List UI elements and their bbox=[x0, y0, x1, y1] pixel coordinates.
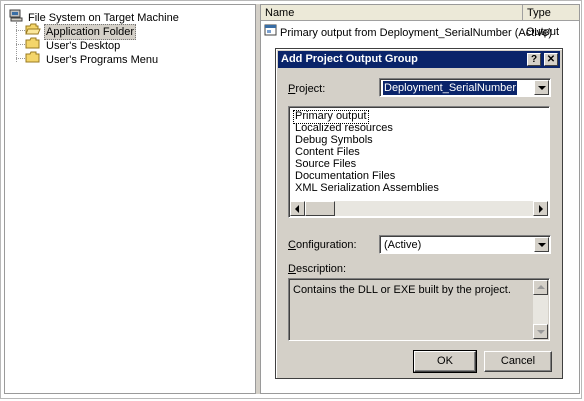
column-header-name[interactable]: Name bbox=[261, 5, 523, 21]
tree-connector bbox=[16, 58, 25, 59]
tree-connector bbox=[16, 30, 25, 31]
project-value: Deployment_SerialNumber bbox=[383, 81, 518, 95]
chevron-down-icon[interactable] bbox=[534, 80, 549, 95]
scroll-right-icon[interactable] bbox=[533, 201, 548, 216]
list-item[interactable]: Primary output from Deployment_SerialNum… bbox=[264, 24, 552, 40]
list-item[interactable]: Content Files bbox=[293, 146, 362, 158]
scroll-left-icon[interactable] bbox=[290, 201, 305, 216]
scroll-down-icon[interactable] bbox=[533, 324, 548, 339]
list-item-name: Primary output from Deployment_SerialNum… bbox=[280, 26, 553, 39]
add-project-output-group-dialog: Add Project Output Group ? ✕ Project: De… bbox=[275, 48, 563, 379]
description-box: Contains the DLL or EXE built by the pro… bbox=[288, 278, 550, 341]
list-item[interactable]: Source Files bbox=[293, 158, 358, 170]
description-text: Contains the DLL or EXE built by the pro… bbox=[293, 284, 511, 296]
tree-item-users-desktop[interactable]: User's Desktop bbox=[25, 37, 122, 52]
tree-connector bbox=[16, 44, 25, 45]
tree-root[interactable]: File System on Target Machine bbox=[9, 9, 181, 26]
folder-icon bbox=[25, 51, 41, 68]
cancel-button[interactable]: Cancel bbox=[484, 351, 552, 372]
list-item-type: Output bbox=[526, 26, 560, 38]
computer-icon bbox=[9, 9, 23, 26]
scrollbar-thumb[interactable] bbox=[305, 201, 335, 216]
chevron-down-icon[interactable] bbox=[534, 237, 549, 252]
vertical-scrollbar[interactable] bbox=[533, 280, 548, 339]
ok-button[interactable]: OK bbox=[413, 350, 477, 373]
project-combobox[interactable]: Deployment_SerialNumber bbox=[379, 78, 551, 97]
file-system-tree[interactable]: File System on Target Machine Applicatio… bbox=[4, 4, 256, 394]
configuration-combobox[interactable]: (Active) bbox=[379, 235, 551, 254]
dialog-titlebar[interactable]: Add Project Output Group ? ✕ bbox=[278, 51, 560, 68]
list-item[interactable]: Localized resources bbox=[293, 122, 395, 134]
tree-connector bbox=[16, 22, 17, 62]
tree-item-application-folder[interactable]: Application Folder bbox=[25, 23, 137, 40]
horizontal-scrollbar[interactable] bbox=[290, 201, 548, 216]
help-button[interactable]: ? bbox=[527, 53, 541, 66]
tree-item-label: User's Programs Menu bbox=[46, 53, 159, 66]
configuration-value: (Active) bbox=[384, 239, 422, 251]
column-header-type[interactable]: Type bbox=[523, 5, 579, 21]
description-label: Description: bbox=[288, 263, 347, 275]
scroll-up-icon[interactable] bbox=[533, 280, 548, 295]
close-button[interactable]: ✕ bbox=[544, 53, 558, 66]
list-item[interactable]: Debug Symbols bbox=[293, 134, 375, 146]
list-item[interactable]: XML Serialization Assemblies bbox=[293, 182, 441, 194]
dialog-title: Add Project Output Group bbox=[281, 53, 418, 65]
configuration-label: Configuration: bbox=[288, 239, 357, 251]
tree-item-users-programs-menu[interactable]: User's Programs Menu bbox=[25, 51, 160, 68]
output-group-listbox[interactable]: Primary output Localized resources Debug… bbox=[288, 106, 550, 218]
project-output-icon bbox=[264, 24, 278, 42]
list-item[interactable]: Documentation Files bbox=[293, 170, 397, 182]
project-label: Project: bbox=[288, 83, 326, 95]
